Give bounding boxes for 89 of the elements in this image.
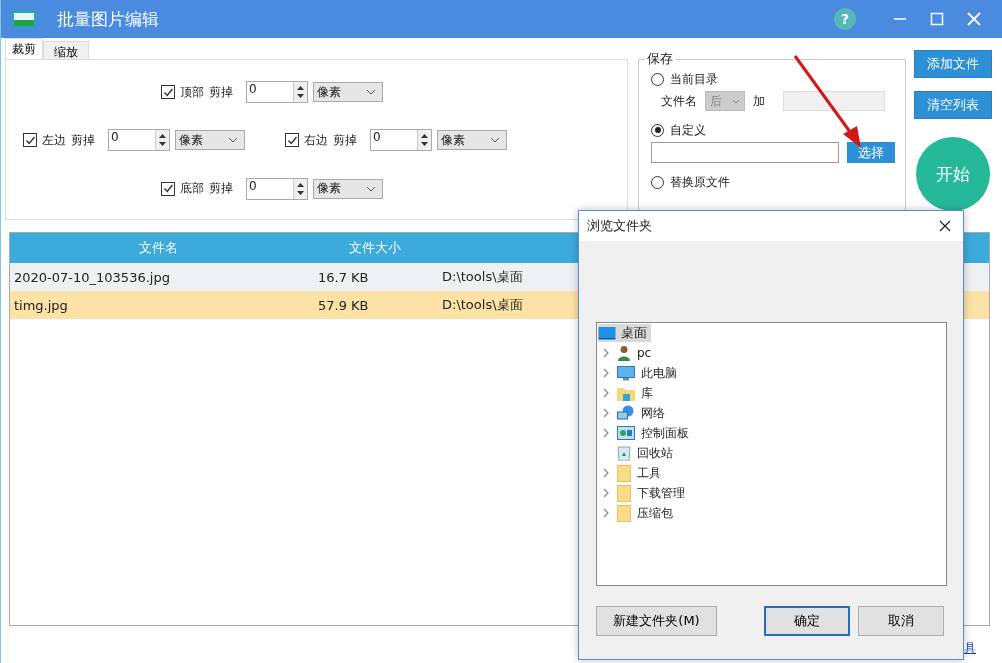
dialog-title: 浏览文件夹 [587, 217, 652, 235]
crop-action-label: 剪掉 [71, 132, 95, 149]
caret-icon [366, 89, 376, 96]
crop-action-label: 剪掉 [209, 180, 233, 198]
network-icon [617, 405, 635, 421]
unit-dropdown[interactable]: 像素 [175, 130, 245, 151]
choose-button[interactable]: 选择 [847, 142, 895, 163]
suffix-input[interactable] [783, 91, 885, 111]
checkbox[interactable] [161, 181, 175, 196]
desktop-icon [598, 326, 616, 340]
column-header: 文件名 [137, 239, 179, 257]
folder-icon [617, 464, 631, 482]
number-spinner[interactable]: 0 [370, 129, 432, 152]
tree-item[interactable]: pc [637, 346, 652, 360]
chevron-icon[interactable] [603, 468, 609, 478]
checkbox[interactable] [23, 133, 37, 148]
caret-icon [490, 137, 500, 144]
file-path-cell: D:\tools\桌面 [442, 296, 523, 314]
link[interactable]: 具 [964, 640, 976, 657]
file-name-cell-text: 2020-07-10_103536.jpg [13, 269, 171, 285]
chevron-icon[interactable] [603, 388, 609, 398]
file-name-cell-text: timg.jpg [13, 297, 69, 313]
spinner-arrows-icon[interactable] [420, 132, 429, 149]
radio-button[interactable] [651, 123, 664, 137]
window-title: 批量图片编辑 [57, 7, 159, 31]
add-files-button[interactable]: 添加文件 [914, 50, 992, 78]
add-label: 加 [753, 92, 765, 110]
radio-option[interactable]: 自定义 [651, 119, 895, 141]
caret-icon [366, 185, 376, 192]
unit-dropdown[interactable]: 像素 [313, 82, 383, 103]
close-icon[interactable] [939, 220, 951, 232]
chevron-icon[interactable] [603, 488, 609, 498]
tree-item[interactable]: 库 [641, 384, 653, 402]
radio-option[interactable]: 替换原文件 [651, 171, 895, 193]
dialog-button[interactable]: 新建文件夹(M) [596, 606, 717, 636]
checkbox[interactable] [161, 85, 175, 100]
library-folder-icon [617, 385, 635, 401]
chevron-icon[interactable] [603, 368, 609, 378]
folder-icon [617, 504, 631, 522]
caret-icon [732, 98, 740, 104]
number-spinner[interactable]: 0 [246, 81, 308, 104]
dialog-button[interactable]: 确定 [764, 606, 850, 636]
tree-item[interactable]: 此电脑 [641, 364, 677, 382]
clear-list-button[interactable]: 清空列表 [914, 91, 992, 119]
chevron-icon[interactable] [603, 348, 609, 358]
chevron-icon[interactable] [603, 408, 609, 418]
crop-label: 左边 [42, 132, 66, 149]
column-header: 文件大小 [347, 239, 402, 257]
file-size-cell-text: 57.9 KB [317, 297, 370, 313]
checkbox[interactable] [285, 133, 299, 148]
dialog-button[interactable]: 取消 [858, 606, 944, 636]
tree-item[interactable]: 压缩包 [637, 504, 673, 522]
spinner-arrows-icon[interactable] [296, 84, 305, 101]
file-path-cell: D:\tools\桌面 [442, 268, 523, 286]
number-spinner[interactable]: 0 [108, 129, 170, 152]
group-title: 保存 [646, 50, 674, 68]
number-spinner[interactable]: 0 [246, 177, 308, 200]
maximize-icon[interactable] [930, 12, 944, 26]
tree-item[interactable]: 桌面 [598, 324, 651, 342]
tab[interactable]: 裁剪 [5, 38, 43, 60]
spinner-arrows-icon[interactable] [158, 132, 167, 149]
tree-item[interactable]: 工具 [637, 464, 661, 482]
spinner-arrows-icon[interactable] [296, 180, 305, 197]
unit-dropdown[interactable]: 像素 [313, 178, 383, 199]
file-size-cell-text: 16.7 KB [317, 269, 370, 285]
tree-item[interactable]: 下载管理 [637, 484, 685, 502]
chevron-icon[interactable] [603, 508, 609, 518]
crop-label: 右边 [304, 132, 328, 149]
recycle-bin-icon [617, 445, 631, 461]
path-input[interactable] [651, 142, 839, 163]
radio-button[interactable] [651, 72, 664, 86]
control-panel-icon [617, 425, 635, 441]
chevron-icon[interactable] [603, 428, 609, 438]
crop-action-label: 剪掉 [209, 83, 233, 101]
picture-icon [11, 8, 37, 30]
crop-label: 顶部 [180, 83, 204, 101]
radio-button[interactable] [651, 175, 664, 189]
caret-icon [228, 137, 238, 144]
crop-action-label: 剪掉 [333, 132, 357, 149]
user-icon [617, 345, 631, 361]
unit-dropdown[interactable]: 像素 [437, 130, 507, 151]
tree-item[interactable]: 网络 [641, 404, 665, 422]
radio-option[interactable]: 当前目录 [651, 68, 895, 90]
tree-item[interactable]: 回收站 [637, 444, 673, 462]
filename-label: 文件名 [661, 92, 697, 110]
monitor-icon [617, 365, 635, 381]
folder-icon [617, 484, 631, 502]
tree-item[interactable]: 控制面板 [641, 424, 689, 442]
crop-label: 底部 [180, 180, 204, 198]
